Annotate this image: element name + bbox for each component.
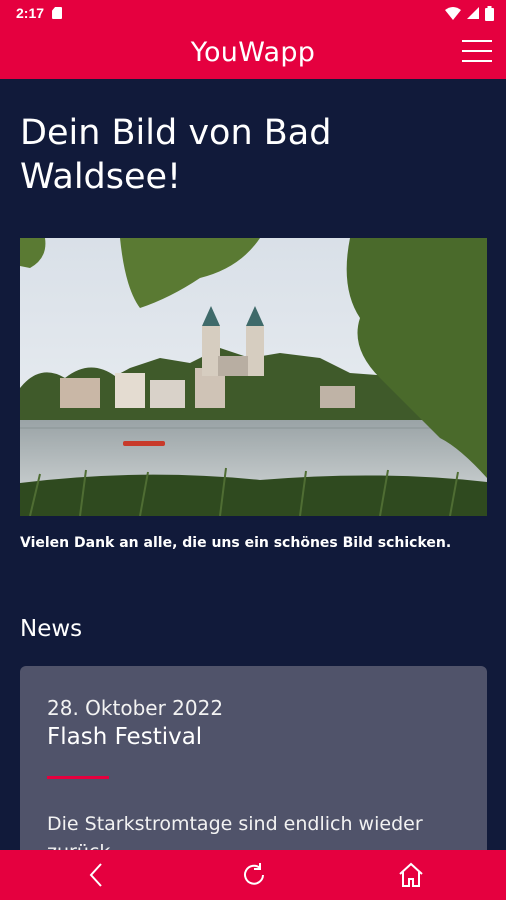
signal-icon: [467, 7, 479, 19]
news-date: 28. Oktober 2022: [47, 696, 224, 720]
sd-card-icon: [52, 7, 63, 19]
back-button[interactable]: [82, 860, 112, 890]
wifi-icon: [445, 6, 461, 20]
home-icon: [399, 862, 423, 887]
status-bar: 2:17: [0, 0, 506, 26]
home-button[interactable]: [396, 860, 426, 890]
status-time: 2:17: [16, 5, 45, 21]
news-excerpt: Die Starkstromtage sind endlich wieder z…: [47, 813, 423, 850]
app-bar: YouWapp: [0, 26, 506, 79]
chevron-left-icon: [89, 863, 102, 887]
app-title: YouWapp: [190, 37, 316, 68]
battery-icon: [485, 5, 494, 21]
page-title: Dein Bild von Bad Waldsee!: [20, 113, 332, 197]
news-card[interactable]: 28. Oktober 2022 Flash Festival Die Star…: [20, 666, 487, 850]
reload-button[interactable]: [239, 860, 269, 890]
image-caption: Vielen Dank an alle, die uns ein schönes…: [20, 535, 452, 551]
hero-image: [20, 238, 487, 516]
news-title: Flash Festival: [47, 724, 203, 750]
reload-icon: [244, 863, 264, 885]
bottom-navigation: [0, 850, 506, 900]
status-icons: [445, 5, 494, 21]
hamburger-menu-icon[interactable]: [462, 40, 492, 64]
news-section-title: News: [20, 616, 83, 642]
news-divider: [47, 776, 109, 779]
main-content[interactable]: Dein Bild von Bad Waldsee! Vielen Dank a…: [0, 79, 506, 850]
